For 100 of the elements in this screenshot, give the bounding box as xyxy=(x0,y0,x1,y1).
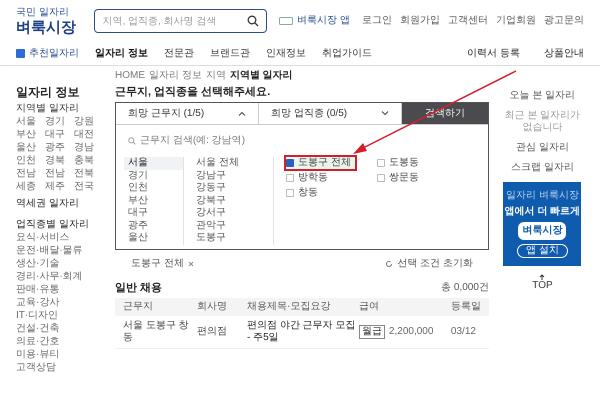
breadcrumb-link[interactable]: 일자리 정보 xyxy=(149,70,202,82)
region-link[interactable]: 전남 xyxy=(45,168,74,180)
region-link[interactable]: 인천 xyxy=(16,155,46,167)
area-option[interactable]: 방학동 xyxy=(286,172,332,184)
district-item[interactable]: 서울 전체 xyxy=(196,157,262,170)
region-link[interactable]: 충북 xyxy=(74,155,104,167)
region-link[interactable]: 울산 xyxy=(16,142,46,154)
refresh-icon xyxy=(385,260,394,268)
region-link[interactable]: 대전 xyxy=(74,129,104,141)
breadcrumb-link[interactable]: 지역별 일자리 xyxy=(230,70,293,82)
side-link[interactable]: 관심 일자리 xyxy=(516,142,569,154)
selected-tag[interactable]: 도봉구 전체 xyxy=(131,258,194,270)
section-heading: 일반 채용 xyxy=(115,282,162,294)
city-item[interactable]: 부산 xyxy=(124,194,184,208)
job-category-link[interactable]: 건설·건축 xyxy=(16,323,104,335)
area-option[interactable]: 쌍문동 xyxy=(376,172,423,184)
nav-link[interactable]: 상품안내 xyxy=(544,48,584,60)
city-item[interactable]: 광주 xyxy=(124,220,184,232)
sidebar-title: 일자리 정보 xyxy=(16,86,80,98)
checkbox[interactable] xyxy=(286,189,294,197)
scroll-top-button[interactable]: TOP xyxy=(532,274,553,292)
region-link[interactable]: 전남 xyxy=(16,168,46,180)
district-item[interactable]: 관악구 xyxy=(196,220,262,232)
search-icon[interactable] xyxy=(247,15,260,27)
region-link[interactable]: 강원 xyxy=(74,116,104,128)
location-search-field[interactable]: 근무지 검색(예: 강남역) xyxy=(140,135,476,147)
nav-tab[interactable]: 취업가이드 xyxy=(322,48,372,60)
logo-tagline: 국민 일자리 xyxy=(16,6,70,18)
job-title-link[interactable]: 편의점 야간 근무자 모집 - 주5일 xyxy=(247,320,359,344)
side-link[interactable]: 오늘 본 일자리 xyxy=(510,90,576,102)
close-icon[interactable] xyxy=(188,261,194,267)
checkbox[interactable] xyxy=(286,174,294,182)
checkbox[interactable] xyxy=(376,159,385,167)
city-item[interactable]: 경기 xyxy=(124,170,184,182)
top-link[interactable]: 로그인 xyxy=(362,15,392,27)
top-link[interactable]: 기업회원 xyxy=(496,15,536,27)
nav-link[interactable]: 이력서 등록 xyxy=(467,48,520,60)
region-link[interactable]: 경북 xyxy=(45,155,74,167)
city-item[interactable]: 대구 xyxy=(124,207,184,220)
empty-message: 최근 본 일자리가 없습니다 xyxy=(504,110,582,134)
selector-tab[interactable]: 희망 근무지 (1/5) xyxy=(116,103,259,124)
region-link[interactable]: 서울 xyxy=(16,116,46,128)
city-item[interactable]: 울산 xyxy=(124,232,184,246)
region-link[interactable]: 세종 xyxy=(16,181,46,193)
job-category-link[interactable]: 판매·유통 xyxy=(16,284,104,296)
nav-tab[interactable]: 인재정보 xyxy=(266,48,306,60)
job-category-link[interactable]: 요식·서비스 xyxy=(16,232,104,244)
city-item[interactable]: 인천 xyxy=(124,182,184,195)
top-link[interactable]: 회원가입 xyxy=(400,15,440,27)
ad-title: 앱에서 더 빠르게 xyxy=(504,206,580,218)
search-field[interactable]: 지역, 업직종, 회사명 검색 xyxy=(94,9,268,33)
region-link[interactable]: 경기 xyxy=(45,116,74,128)
breadcrumb-link[interactable]: HOME xyxy=(115,70,146,82)
top-link[interactable]: 광고문의 xyxy=(544,15,584,27)
app-ad-banner[interactable]: 일자리 벼룩시장 앱에서 더 빠르게 벼룩시장 앱 설치 xyxy=(503,182,582,266)
region-link[interactable]: 광주 xyxy=(45,142,74,154)
district-item[interactable]: 강서구 xyxy=(196,207,262,220)
column-header: 등록일 xyxy=(450,301,481,313)
job-category-link[interactable]: IT·디자인 xyxy=(16,310,104,322)
reset-button[interactable]: 선택 조건 초기화 xyxy=(385,258,473,270)
column-header: 급여 xyxy=(358,301,380,313)
job-category-link[interactable]: 경리·사무·회계 xyxy=(16,271,104,283)
column-header: 채용제목·모집요강 xyxy=(247,301,332,313)
checkbox[interactable] xyxy=(376,174,385,182)
checkbox[interactable] xyxy=(286,159,294,167)
app-download-link[interactable]: 벼룩시장 앱 xyxy=(279,15,350,27)
area-option[interactable]: 창동 xyxy=(286,187,322,199)
sidebar-heading[interactable]: 역세권 일자리 xyxy=(16,198,104,210)
region-link[interactable]: 부산 xyxy=(16,129,46,141)
job-category-link[interactable]: 고객상담 xyxy=(16,362,104,374)
section-heading: 근무지, 업직종을 선택해주세요. xyxy=(115,86,272,98)
caret-icon xyxy=(380,111,389,116)
region-link[interactable]: 전북 xyxy=(74,168,104,180)
top-link[interactable]: 고객센터 xyxy=(448,15,488,27)
region-link[interactable]: 대구 xyxy=(45,129,74,141)
featured-jobs-link[interactable]: 추천일자리 xyxy=(16,48,79,60)
city-item[interactable]: 서울 xyxy=(124,157,184,170)
job-category-link[interactable]: 미용·뷰티 xyxy=(16,349,104,361)
job-category-link[interactable]: 의료·간호 xyxy=(16,336,104,348)
district-item[interactable]: 강동구 xyxy=(196,182,262,195)
area-option[interactable]: 도봉구 전체 xyxy=(286,157,355,169)
region-link[interactable]: 제주 xyxy=(45,181,74,193)
side-link[interactable]: 스크랩 일자리 xyxy=(511,162,574,174)
region-link[interactable]: 전국 xyxy=(74,181,104,193)
breadcrumb-link[interactable]: 지역 xyxy=(206,70,226,82)
install-button[interactable]: 앱 설치 xyxy=(517,244,568,258)
nav-tab[interactable]: 전문관 xyxy=(164,48,194,60)
up-arrow-icon xyxy=(539,274,546,280)
nav-tab[interactable]: 브랜드관 xyxy=(210,48,250,60)
district-item[interactable]: 강남구 xyxy=(196,170,262,182)
nav-tab[interactable]: 일자리 정보 xyxy=(95,48,148,60)
job-category-link[interactable]: 생산·기술 xyxy=(16,258,104,270)
job-category-link[interactable]: 운전·배달·물류 xyxy=(16,245,104,257)
area-option[interactable]: 도봉동 xyxy=(376,157,423,169)
job-category-link[interactable]: 교육·강사 xyxy=(16,297,104,309)
result-count: 총 0,000건 xyxy=(441,282,489,294)
pay-type-badge: 월급 xyxy=(358,325,385,339)
district-item[interactable]: 강북구 xyxy=(196,194,262,208)
region-link[interactable]: 경남 xyxy=(74,142,104,154)
district-item[interactable]: 도봉구 xyxy=(196,232,262,246)
